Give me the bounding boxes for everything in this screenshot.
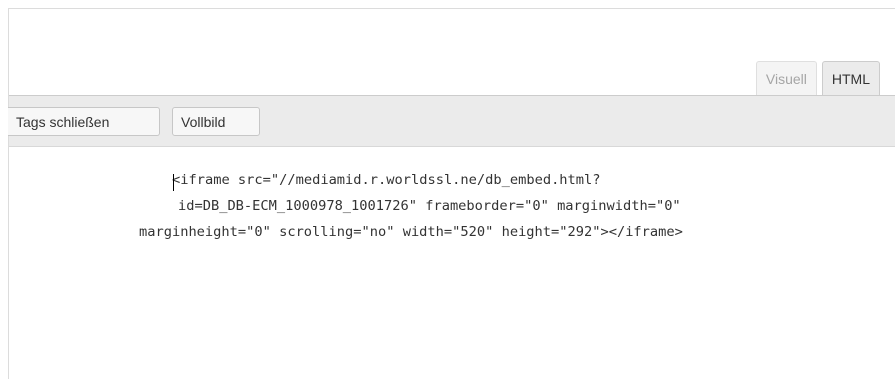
quicktags-toolbar: Tags schließen Vollbild [8,95,895,147]
tab-html[interactable]: HTML [821,61,880,95]
code-line-3: marginheight="0" scrolling="no" width="5… [139,224,683,240]
tab-visual[interactable]: Visuell [755,61,817,95]
code-line-2: id=DB_DB-ECM_1000978_1001726" frameborde… [178,198,681,214]
editor-frame: Visuell HTML Tags schließen Vollbild <if… [8,8,895,379]
text-caret [173,174,174,191]
editor-tabs: Visuell HTML [755,61,880,95]
html-text-area[interactable]: <iframe src="//mediamid.r.worldssl.ne/db… [9,147,895,379]
code-line-1: <iframe src="//mediamid.r.worldssl.ne/db… [172,172,601,188]
close-tags-button[interactable]: Tags schließen [8,107,160,136]
fullscreen-button[interactable]: Vollbild [172,107,260,136]
